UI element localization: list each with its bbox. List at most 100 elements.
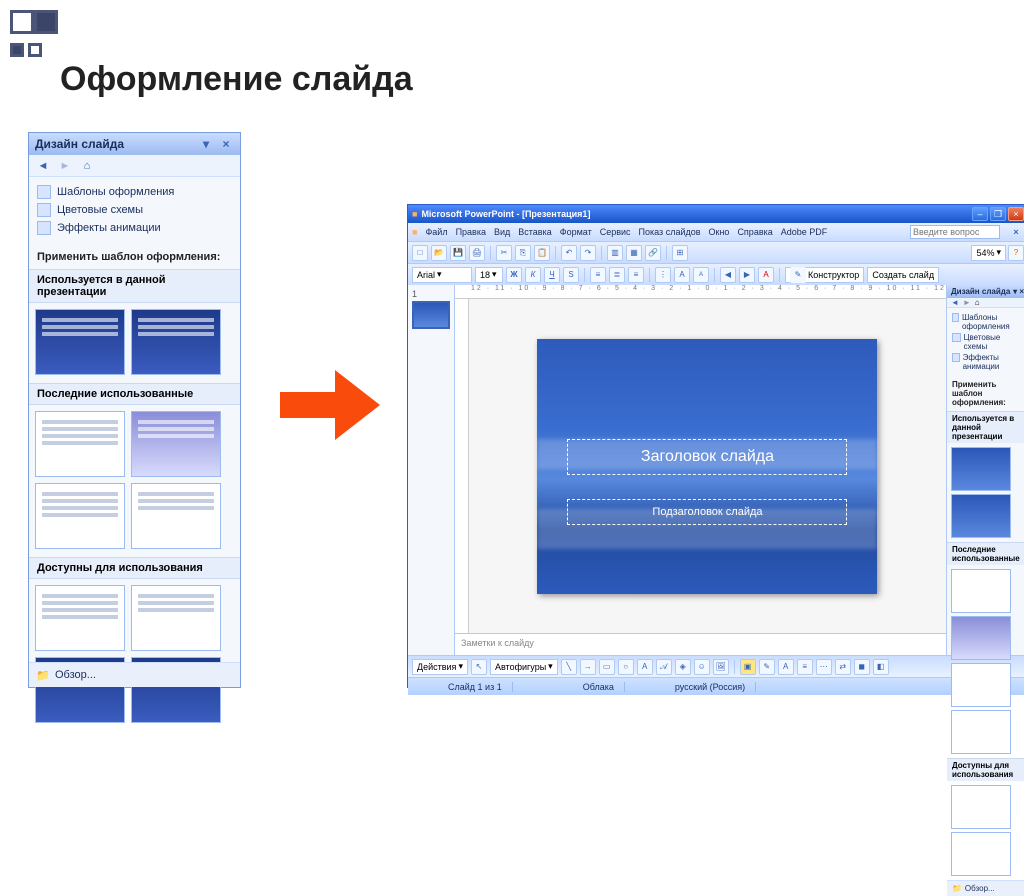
- menu-view[interactable]: Вид: [494, 227, 510, 237]
- zoom-select[interactable]: 54%▾: [971, 245, 1006, 261]
- font-color-icon[interactable]: A: [758, 267, 774, 283]
- close-icon[interactable]: ×: [1019, 287, 1024, 296]
- bold-icon[interactable]: Ж: [506, 267, 522, 283]
- slide-thumbnail[interactable]: [412, 301, 450, 329]
- undo-icon[interactable]: ↶: [561, 245, 577, 261]
- menu-slideshow[interactable]: Показ слайдов: [639, 227, 701, 237]
- diagram-icon[interactable]: ◈: [675, 659, 691, 675]
- window-titlebar[interactable]: ■Microsoft PowerPoint - [Презентация1] –…: [408, 205, 1024, 223]
- back-icon[interactable]: ◄: [951, 298, 959, 307]
- minimize-button[interactable]: –: [972, 207, 988, 221]
- open-icon[interactable]: 📂: [431, 245, 447, 261]
- ask-question-input[interactable]: [910, 225, 1000, 239]
- template-thumb[interactable]: [35, 483, 125, 549]
- link-color-schemes[interactable]: Цветовые схемы: [37, 201, 232, 219]
- wordart-icon[interactable]: 𝒜: [656, 659, 672, 675]
- line-style-icon[interactable]: ≡: [797, 659, 813, 675]
- template-thumb[interactable]: [131, 309, 221, 375]
- hyperlink-icon[interactable]: 🔗: [645, 245, 661, 261]
- menu-edit[interactable]: Правка: [456, 227, 486, 237]
- align-left-icon[interactable]: ≡: [590, 267, 606, 283]
- demote-icon[interactable]: ▶: [739, 267, 755, 283]
- template-thumb[interactable]: [951, 663, 1011, 707]
- clipart-icon[interactable]: ☺: [694, 659, 710, 675]
- paste-icon[interactable]: 📋: [534, 245, 550, 261]
- italic-icon[interactable]: К: [525, 267, 541, 283]
- template-thumb[interactable]: [35, 309, 125, 375]
- font-color-icon[interactable]: A: [778, 659, 794, 675]
- decrease-font-icon[interactable]: A: [693, 267, 709, 283]
- copy-icon[interactable]: ⎘: [515, 245, 531, 261]
- template-thumb[interactable]: [35, 585, 125, 651]
- template-thumb[interactable]: [951, 447, 1011, 491]
- dropdown-icon[interactable]: ▾: [198, 136, 214, 152]
- new-slide-button[interactable]: Создать слайд: [867, 267, 939, 283]
- menu-tools[interactable]: Сервис: [600, 227, 631, 237]
- rectangle-icon[interactable]: ▭: [599, 659, 615, 675]
- autoshapes-menu[interactable]: Автофигуры ▾: [490, 659, 558, 675]
- pp-link-colors[interactable]: Цветовые схемы: [952, 332, 1023, 352]
- maximize-button[interactable]: ❐: [990, 207, 1006, 221]
- cut-icon[interactable]: ✂: [496, 245, 512, 261]
- template-thumb[interactable]: [951, 494, 1011, 538]
- menu-window[interactable]: Окно: [709, 227, 730, 237]
- slide[interactable]: Заголовок слайда Подзаголовок слайда: [537, 339, 877, 594]
- template-thumb[interactable]: [951, 616, 1011, 660]
- shadow-style-icon[interactable]: ◼: [854, 659, 870, 675]
- menu-insert[interactable]: Вставка: [518, 227, 551, 237]
- doc-close-icon[interactable]: ×: [1008, 224, 1024, 240]
- notes-pane[interactable]: Заметки к слайду: [455, 633, 946, 655]
- promote-icon[interactable]: ◀: [720, 267, 736, 283]
- font-select[interactable]: Arial▾: [412, 267, 472, 283]
- 3d-style-icon[interactable]: ◧: [873, 659, 889, 675]
- pp-link-animation[interactable]: Эффекты анимации: [952, 352, 1023, 372]
- menu-format[interactable]: Формат: [560, 227, 592, 237]
- align-center-icon[interactable]: ≣: [609, 267, 625, 283]
- new-icon[interactable]: □: [412, 245, 428, 261]
- browse-button[interactable]: 📁 Обзор...: [29, 662, 240, 687]
- home-icon[interactable]: ⌂: [975, 298, 980, 307]
- menu-help[interactable]: Справка: [737, 227, 772, 237]
- forward-icon[interactable]: ►: [57, 158, 73, 174]
- template-thumb[interactable]: [35, 411, 125, 477]
- align-right-icon[interactable]: ≡: [628, 267, 644, 283]
- oval-icon[interactable]: ○: [618, 659, 634, 675]
- template-thumb[interactable]: [951, 832, 1011, 876]
- font-size-select[interactable]: 18▾: [475, 267, 503, 283]
- template-thumb[interactable]: [131, 585, 221, 651]
- line-color-icon[interactable]: ✎: [759, 659, 775, 675]
- slide-title-placeholder[interactable]: Заголовок слайда: [567, 439, 847, 475]
- designer-button[interactable]: ✎Конструктор: [785, 267, 864, 283]
- link-design-templates[interactable]: Шаблоны оформления: [37, 183, 232, 201]
- actions-menu[interactable]: Действия ▾: [412, 659, 468, 675]
- link-animation[interactable]: Эффекты анимации: [37, 219, 232, 237]
- shadow-icon[interactable]: S: [563, 267, 579, 283]
- picture-icon[interactable]: 🖼: [713, 659, 729, 675]
- slide-subtitle-placeholder[interactable]: Подзаголовок слайда: [567, 499, 847, 525]
- menu-file[interactable]: Файл: [425, 227, 447, 237]
- textbox-icon[interactable]: A: [637, 659, 653, 675]
- forward-icon[interactable]: ►: [963, 298, 971, 307]
- table-icon[interactable]: ▦: [626, 245, 642, 261]
- back-icon[interactable]: ◄: [35, 158, 51, 174]
- grid-icon[interactable]: ⊞: [672, 245, 688, 261]
- line-icon[interactable]: ╲: [561, 659, 577, 675]
- menu-adobe-pdf[interactable]: Adobe PDF: [781, 227, 828, 237]
- close-icon[interactable]: ×: [218, 136, 234, 152]
- template-thumb[interactable]: [951, 785, 1011, 829]
- bullets-icon[interactable]: ⋮: [655, 267, 671, 283]
- increase-font-icon[interactable]: A: [674, 267, 690, 283]
- slide-canvas[interactable]: Заголовок слайда Подзаголовок слайда: [469, 299, 946, 633]
- chart-icon[interactable]: ▥: [607, 245, 623, 261]
- home-icon[interactable]: ⌂: [79, 158, 95, 174]
- print-icon[interactable]: 🖨: [469, 245, 485, 261]
- select-icon[interactable]: ↖: [471, 659, 487, 675]
- template-thumb[interactable]: [131, 411, 221, 477]
- underline-icon[interactable]: Ч: [544, 267, 560, 283]
- redo-icon[interactable]: ↷: [580, 245, 596, 261]
- close-button[interactable]: ×: [1008, 207, 1024, 221]
- fill-color-icon[interactable]: ▣: [740, 659, 756, 675]
- pp-link-templates[interactable]: Шаблоны оформления: [952, 312, 1023, 332]
- template-thumb[interactable]: [131, 483, 221, 549]
- dash-style-icon[interactable]: ⋯: [816, 659, 832, 675]
